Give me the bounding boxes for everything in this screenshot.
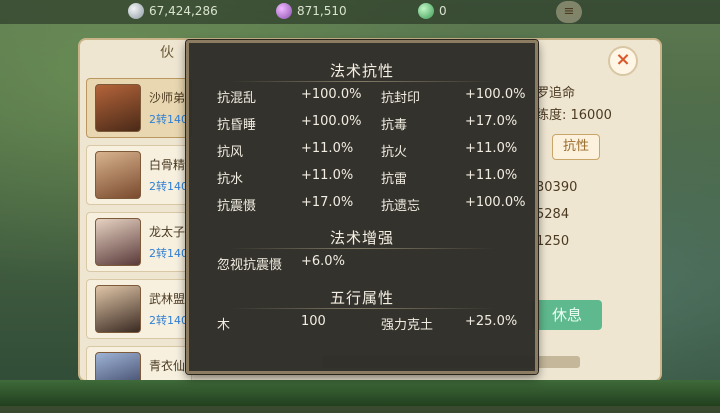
resist-value: +17.0% xyxy=(301,195,354,210)
resist-label: 抗遗忘 xyxy=(381,199,421,214)
resist-label: 抗火 xyxy=(381,145,408,160)
resist-value: +11.0% xyxy=(465,141,518,156)
proficiency-text: 练度: 16000 xyxy=(536,108,612,123)
resist-label: 抗昏睡 xyxy=(217,118,257,133)
partner-name: 青衣仙 xyxy=(149,359,186,373)
partner-level: 2转140 xyxy=(149,180,188,193)
element-label: 木 xyxy=(217,318,231,333)
enhance-value: +6.0% xyxy=(301,254,345,269)
menu-icon[interactable]: ≡ xyxy=(556,1,582,23)
jade-amount: 0 xyxy=(439,4,447,18)
element-value: 100 xyxy=(301,314,326,329)
resource-bar: 67,424,286 871,510 0 ≡ xyxy=(0,0,720,24)
resist-label: 抗震慑 xyxy=(217,199,257,214)
jade-icon xyxy=(418,3,434,19)
element-bonus-value: +25.0% xyxy=(465,314,518,329)
partner-list-item[interactable]: 白骨精 2转140 xyxy=(86,145,192,205)
resist-value: +100.0% xyxy=(301,114,362,129)
avatar xyxy=(95,218,141,266)
divider xyxy=(229,308,495,309)
partner-list-item[interactable]: 沙师弟 2转140 xyxy=(86,78,192,138)
section-title-five-elements: 五行属性 xyxy=(329,289,394,307)
silver-resource: 67,424,286 xyxy=(128,3,218,19)
jade-resource: 0 xyxy=(418,3,447,19)
partner-level: 2转140 xyxy=(149,247,188,260)
avatar xyxy=(95,285,141,333)
enhance-label: 忽视抗震慑 xyxy=(217,258,283,273)
avatar xyxy=(95,151,141,199)
gem-icon xyxy=(276,3,292,19)
resist-value: +100.0% xyxy=(301,87,362,102)
resist-value: +11.0% xyxy=(465,168,518,183)
partner-level: 2转140 xyxy=(149,113,188,126)
avatar xyxy=(95,84,141,132)
divider xyxy=(229,248,495,249)
resist-value: +100.0% xyxy=(465,195,526,210)
tab-resistance[interactable]: 抗性 xyxy=(552,134,600,160)
element-bonus-label: 强力克土 xyxy=(381,318,434,333)
section-title-spell-resistance: 法术抗性 xyxy=(329,62,394,80)
gem-resource: 871,510 xyxy=(276,3,347,19)
partner-list-item[interactable]: 龙太子 2转140 xyxy=(86,212,192,272)
resist-label: 抗混乱 xyxy=(217,91,257,106)
close-button[interactable]: × xyxy=(608,46,638,76)
silver-coin-icon xyxy=(128,3,144,19)
resist-value: +11.0% xyxy=(301,168,354,183)
divider xyxy=(229,81,495,82)
partner-list-item[interactable]: 武林盟 2转140 xyxy=(86,279,192,339)
resist-value: +11.0% xyxy=(301,141,354,156)
gem-amount: 871,510 xyxy=(297,4,347,18)
bottom-scenery xyxy=(0,380,720,406)
resist-label: 抗风 xyxy=(217,145,244,160)
silver-amount: 67,424,286 xyxy=(149,4,218,18)
resist-label: 抗封印 xyxy=(381,91,421,106)
resist-label: 抗雷 xyxy=(381,172,408,187)
resist-value: +100.0% xyxy=(465,87,526,102)
resist-label: 抗水 xyxy=(217,172,244,187)
stat-value: 1250 xyxy=(536,234,570,249)
resist-value: +17.0% xyxy=(465,114,518,129)
spell-resistance-popup: 法术抗性 抗混乱 +100.0% 抗封印 +100.0% 抗昏睡 +100.0%… xyxy=(186,40,538,374)
partner-name: 沙师弟 xyxy=(149,91,186,105)
partner-name: 武林盟 xyxy=(149,292,186,306)
partner-name: 白骨精 xyxy=(149,158,186,172)
partner-detail-name: 罗追命 xyxy=(536,86,576,101)
section-title-spell-enhance: 法术增强 xyxy=(329,229,394,247)
stat-value: 30390 xyxy=(536,180,578,195)
partner-list: 沙师弟 2转140 白骨精 2转140 龙太子 2转140 武林盟 2转140 … xyxy=(86,78,192,413)
partner-level: 2转140 xyxy=(149,314,188,327)
partner-panel-title: 伙 xyxy=(160,45,174,61)
partner-name: 龙太子 xyxy=(149,225,186,239)
resist-label: 抗毒 xyxy=(381,118,408,133)
rest-button[interactable]: 休息 xyxy=(532,300,602,330)
stat-value: 5284 xyxy=(536,207,570,222)
